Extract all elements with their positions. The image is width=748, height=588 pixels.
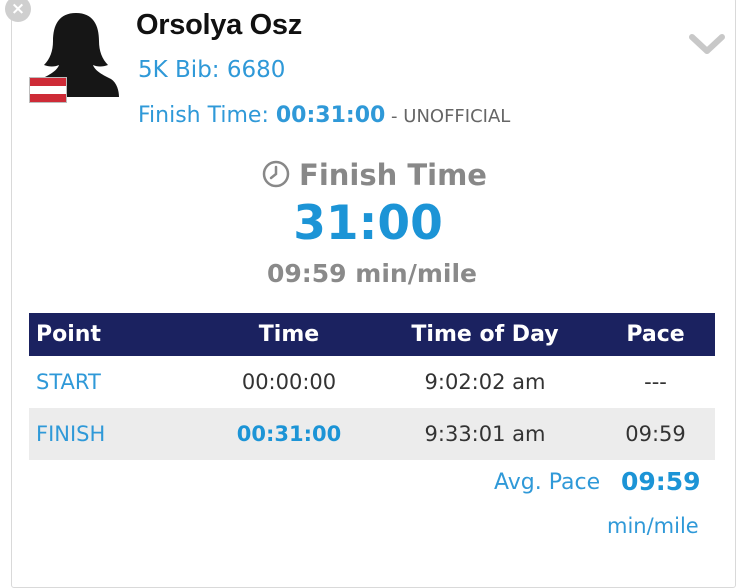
table-row: FINISH 00:31:00 9:33:01 am 09:59 <box>29 408 715 460</box>
row-time-of-day: 9:33:01 am <box>374 408 596 460</box>
country-flag-icon <box>29 77 67 103</box>
row-time: 00:31:00 <box>204 408 374 460</box>
finish-time-heading: Finish Time <box>0 158 748 192</box>
finish-time-heading-text: Finish Time <box>299 158 487 192</box>
avg-pace-value: 09:59 <box>621 467 701 496</box>
flag-stripe-top <box>30 78 66 86</box>
bib-number: 5K Bib: 6680 <box>138 57 286 83</box>
pace-summary: 09:59 min/mile <box>267 259 477 288</box>
big-finish-time: 31:00 <box>293 196 443 251</box>
header-time: Time <box>204 313 374 356</box>
header-time-of-day: Time of Day <box>374 313 596 356</box>
flag-stripe-middle <box>30 85 66 94</box>
row-point: FINISH <box>29 408 204 460</box>
row-time: 00:00:00 <box>241 370 337 394</box>
result-card: Orsolya Osz 5K Bib: 6680 Finish Time: 00… <box>11 0 736 588</box>
finish-status: - UNOFFICIAL <box>385 106 511 127</box>
avg-pace-label: Avg. Pace <box>494 470 601 495</box>
splits-table: Point Time Time of Day Pace START 00:00:… <box>29 313 715 460</box>
row-pace: 09:59 <box>596 408 715 460</box>
finish-time-label: Finish Time: <box>138 103 269 128</box>
header-point: Point <box>29 313 204 356</box>
finish-time-line: Finish Time: 00:31:00 - UNOFFICIAL <box>138 103 510 128</box>
row-time-of-day: 9:02:02 am <box>424 370 546 394</box>
avg-pace-unit: min/mile <box>607 514 699 538</box>
chevron-down-icon[interactable] <box>688 33 726 57</box>
table-header-row: Point Time Time of Day Pace <box>29 313 715 356</box>
athlete-name: Orsolya Osz <box>136 9 302 41</box>
row-point: START <box>36 370 101 394</box>
header-pace: Pace <box>596 313 715 356</box>
finish-time-value: 00:31:00 <box>275 103 386 128</box>
row-pace: --- <box>644 370 667 394</box>
flag-stripe-bottom <box>30 93 66 102</box>
clock-icon <box>262 160 290 188</box>
table-row: START 00:00:00 9:02:02 am --- <box>29 356 715 408</box>
